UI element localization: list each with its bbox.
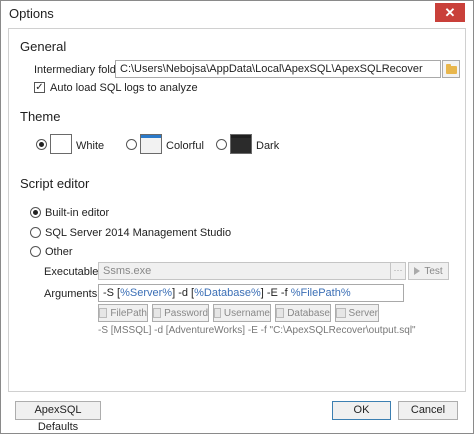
- title-bar: Options ✕: [1, 1, 473, 26]
- password-icon: [153, 308, 162, 318]
- apexsql-defaults-button[interactable]: ApexSQL Defaults: [15, 401, 101, 433]
- insert-database-label: Database: [287, 307, 330, 319]
- insert-username-button[interactable]: Username: [213, 304, 271, 322]
- ok-button[interactable]: OK: [332, 401, 391, 420]
- executable-label: Executable:: [44, 266, 102, 278]
- insert-username-label: Username: [223, 307, 270, 319]
- theme-heading: Theme: [20, 109, 61, 124]
- arguments-part: -S [: [103, 287, 121, 299]
- theme-dark-swatch[interactable]: [230, 134, 252, 154]
- insert-database-button[interactable]: Database: [275, 304, 331, 322]
- arguments-label: Arguments:: [44, 288, 101, 300]
- arguments-token-database: %Database%: [194, 287, 261, 299]
- other-radio[interactable]: [30, 246, 41, 257]
- user-icon: [214, 308, 221, 318]
- options-panel: General Intermediary folder: C:\Users\Ne…: [8, 28, 466, 392]
- insert-server-label: Server: [348, 307, 378, 319]
- browse-executable-button[interactable]: ···: [390, 262, 406, 280]
- autoload-checkbox[interactable]: ✓: [34, 82, 45, 93]
- executable-input[interactable]: Ssms.exe: [98, 262, 394, 280]
- insert-filepath-button[interactable]: FilePath: [98, 304, 148, 322]
- database-icon: [276, 308, 285, 318]
- insert-filepath-label: FilePath: [110, 307, 147, 319]
- arguments-token-filepath: %FilePath%: [290, 287, 351, 299]
- theme-white-swatch[interactable]: [50, 134, 72, 154]
- other-label: Other: [45, 246, 73, 258]
- arguments-input[interactable]: -S [%Server%] -d [%Database%] -E -f %Fil…: [98, 284, 404, 302]
- autoload-label: Auto load SQL logs to analyze: [50, 82, 198, 94]
- arguments-part: ] -d [: [172, 287, 195, 299]
- theme-dark-label: Dark: [256, 140, 280, 152]
- insert-server-button[interactable]: Server: [335, 304, 379, 322]
- theme-colorful-radio[interactable]: [126, 139, 137, 150]
- server-icon: [336, 308, 346, 318]
- theme-colorful-swatch[interactable]: [140, 134, 162, 154]
- test-button-label: Test: [424, 265, 443, 277]
- theme-white-radio[interactable]: [36, 139, 47, 150]
- ssms-radio[interactable]: [30, 227, 41, 238]
- insert-password-label: Password: [164, 307, 208, 319]
- window-title: Options: [9, 6, 54, 21]
- theme-dark-radio[interactable]: [216, 139, 227, 150]
- builtin-editor-radio[interactable]: [30, 207, 41, 218]
- theme-white-label: White: [76, 140, 105, 152]
- script-editor-heading: Script editor: [20, 176, 90, 191]
- browse-folder-button[interactable]: [442, 60, 460, 78]
- cancel-button[interactable]: Cancel: [398, 401, 458, 420]
- play-icon: [414, 267, 421, 275]
- close-icon[interactable]: ✕: [435, 3, 465, 22]
- test-button[interactable]: Test: [408, 262, 449, 280]
- insert-password-button[interactable]: Password: [152, 304, 209, 322]
- arguments-token-server: %Server%: [120, 287, 173, 299]
- builtin-editor-label: Built-in editor: [45, 207, 110, 219]
- intermediary-folder-input[interactable]: C:\Users\Nebojsa\AppData\Local\ApexSQL\A…: [115, 60, 441, 78]
- folder-icon: [446, 64, 457, 74]
- theme-colorful-label: Colorful: [166, 140, 204, 152]
- ssms-label: SQL Server 2014 Management Studio: [45, 227, 232, 239]
- arguments-preview: -S [MSSQL] -d [AdventureWorks] -E -f "C:…: [98, 325, 416, 336]
- arguments-part: ] -E -f: [260, 287, 291, 299]
- general-heading: General: [20, 39, 67, 54]
- options-dialog: Options ✕ General Intermediary folder: C…: [0, 0, 474, 434]
- file-icon: [99, 308, 108, 318]
